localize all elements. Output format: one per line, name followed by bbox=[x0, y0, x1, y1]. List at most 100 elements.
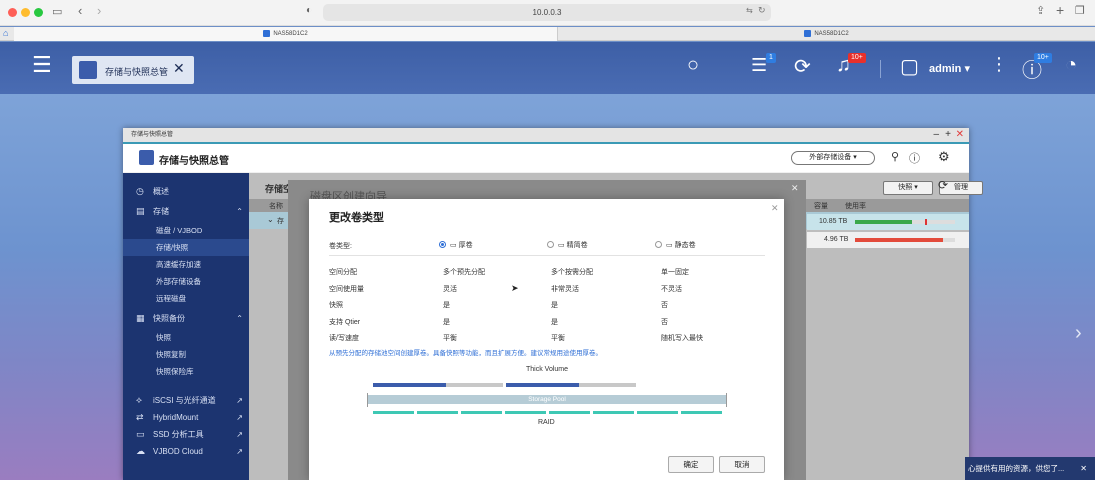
search-storage-icon[interactable]: ⚲ bbox=[891, 150, 899, 163]
sidebar-item-cache[interactable]: 高速缓存加速 bbox=[123, 256, 249, 273]
sidebar-label: SSD 分析工具 bbox=[153, 430, 204, 439]
disk-icon: ▭ bbox=[666, 242, 673, 249]
close-window-button[interactable] bbox=[8, 8, 17, 17]
raid-segment bbox=[505, 411, 546, 414]
external-link-icon: ↗ bbox=[236, 413, 243, 422]
sidebar-link-ssd-profiling[interactable]: ▭ SSD 分析工具 ↗ bbox=[123, 426, 249, 443]
sidebar-item-storage[interactable]: ▤ 存储 ⌃ bbox=[123, 203, 249, 220]
user-icon[interactable]: ▢ bbox=[900, 54, 919, 79]
sidebar-label: iSCSI 与光纤通道 bbox=[153, 396, 216, 405]
refresh-icon[interactable]: ⟳ bbox=[938, 178, 948, 192]
feature-value: 否 bbox=[661, 318, 668, 326]
external-storage-dropdown[interactable]: 外部存储设备 ▾ bbox=[791, 151, 875, 165]
feature-value: 单一固定 bbox=[661, 269, 689, 276]
new-tab-icon[interactable]: + bbox=[1056, 2, 1064, 18]
translate-icon[interactable]: ⇆ bbox=[746, 6, 753, 15]
window-header: 存储与快照总管 外部存储设备 ▾ ⚲ ⓘ ⚙ bbox=[123, 142, 969, 172]
snapshot-backup-icon: ▦ bbox=[136, 313, 145, 323]
next-page-icon[interactable]: › bbox=[1075, 322, 1082, 345]
sync-icon[interactable]: ⟳ bbox=[794, 54, 811, 79]
back-icon[interactable]: ‹ bbox=[78, 3, 82, 18]
more-options-icon[interactable]: ⋮ bbox=[990, 54, 1008, 75]
app-tab-storage[interactable]: 存储与快照总管 ✕ bbox=[72, 56, 194, 84]
maximize-icon[interactable]: + bbox=[945, 128, 951, 142]
close-icon[interactable]: ✕ bbox=[956, 128, 964, 142]
volume-bar bbox=[373, 383, 503, 387]
external-link-icon: ↗ bbox=[236, 447, 243, 456]
disk-icon: ▭ bbox=[558, 242, 565, 249]
table-row-visible[interactable]: 4.96 TB bbox=[807, 232, 969, 248]
sidebar-link-iscsi[interactable]: ⟡ iSCSI 与光纤通道 ↗ bbox=[123, 392, 249, 409]
tab-label: NAS58D1C2 bbox=[814, 31, 849, 37]
tab-label: NAS58D1C2 bbox=[273, 31, 308, 37]
dashboard-gauge-icon[interactable]: ◔ bbox=[1065, 54, 1077, 77]
wizard-close-icon[interactable]: ✕ bbox=[791, 183, 799, 194]
qnap-favicon-icon bbox=[804, 29, 812, 37]
table-row-visible[interactable]: 10.85 TB bbox=[807, 214, 969, 230]
window-sidebar: ◷ 概述 ▤ 存储 ⌃ 磁盘 / VJBOD 存储/快照 高速缓存加速 外部存储设备 … bbox=[123, 173, 249, 480]
collapse-icon[interactable]: ⌃ bbox=[236, 310, 243, 327]
sidebar-item-overview[interactable]: ◷ 概述 bbox=[123, 183, 249, 200]
sidebar-item-snapshot-vault[interactable]: 快照保险库 bbox=[123, 363, 249, 380]
sidebar-toggle-icon[interactable]: ▭ bbox=[52, 5, 62, 18]
zoom-window-button[interactable] bbox=[34, 8, 43, 17]
raid-segment bbox=[637, 411, 678, 414]
search-icon[interactable]: ○ bbox=[687, 54, 699, 77]
user-menu[interactable]: admin ▾ bbox=[929, 62, 970, 75]
radio-thin[interactable] bbox=[547, 240, 554, 248]
sidebar-link-hybridmount[interactable]: ⇄ HybridMount ↗ bbox=[123, 409, 249, 426]
sidebar-item-storage-snapshots[interactable]: 存储/快照 bbox=[123, 239, 249, 256]
sidebar-item-disks[interactable]: 磁盘 / VJBOD bbox=[123, 222, 249, 239]
feature-value: 平衡 bbox=[443, 335, 457, 342]
toast-notification[interactable]: 心提供有用的资源，供您了... ✕ bbox=[965, 457, 1095, 480]
home-icon[interactable]: ⌂ bbox=[3, 28, 8, 38]
background-tasks-icon[interactable]: ☰ bbox=[751, 55, 767, 76]
minimize-icon[interactable]: – bbox=[933, 128, 939, 142]
snapshot-label: 快照 ▾ bbox=[898, 184, 918, 191]
sidebar-item-remote-disk[interactable]: 远程磁盘 bbox=[123, 290, 249, 307]
option-static[interactable]: ▭ 静态卷 bbox=[655, 240, 696, 250]
reload-icon[interactable]: ↻ bbox=[758, 5, 766, 16]
sidebar-item-snapshot-replica[interactable]: 快照复制 bbox=[123, 346, 249, 363]
radio-thick[interactable] bbox=[439, 240, 446, 248]
option-thick[interactable]: ▭ 厚卷 bbox=[439, 240, 473, 250]
usage-bar-track bbox=[855, 238, 955, 242]
row-name-partial: 存 bbox=[277, 218, 284, 225]
sidebar-item-external-storage[interactable]: 外部存储设备 bbox=[123, 273, 249, 290]
expand-icon[interactable]: ⌄ bbox=[267, 215, 274, 224]
collapse-icon[interactable]: ⌃ bbox=[236, 203, 243, 220]
radio-static[interactable] bbox=[655, 240, 662, 248]
feature-value: 是 bbox=[443, 318, 450, 326]
ok-label: 确定 bbox=[683, 460, 699, 469]
feature-value: 否 bbox=[661, 302, 668, 309]
dialog-close-icon[interactable]: ✕ bbox=[771, 203, 779, 214]
storage-app-icon bbox=[79, 61, 97, 79]
cancel-button[interactable]: 取消 bbox=[719, 456, 765, 473]
browser-tab-1[interactable]: NAS58D1C2 bbox=[14, 27, 557, 41]
snapshot-button[interactable]: 快照 ▾ bbox=[883, 181, 933, 195]
tab-overview-icon[interactable]: ❐ bbox=[1075, 4, 1085, 17]
threshold-marker bbox=[925, 219, 927, 225]
share-icon[interactable]: ⇪ bbox=[1036, 4, 1045, 17]
settings-gear-icon[interactable]: ⚙ bbox=[938, 149, 950, 165]
toast-close-icon[interactable]: ✕ bbox=[1080, 457, 1087, 480]
sidebar-item-snapshot-backup[interactable]: ▦ 快照备份 ⌃ bbox=[123, 310, 249, 327]
feature-value: 不灵活 bbox=[661, 285, 682, 293]
main-menu-icon[interactable]: ☰ bbox=[32, 54, 52, 76]
sidebar-label: 存储/快照 bbox=[156, 243, 189, 252]
privacy-shield-icon[interactable]: ◐ bbox=[306, 5, 312, 16]
close-app-tab-icon[interactable]: ✕ bbox=[173, 60, 185, 77]
feature-label: 读/写速度 bbox=[329, 335, 359, 342]
browser-tab-2[interactable]: NAS58D1C2 bbox=[557, 27, 1095, 41]
help-icon[interactable]: ⓘ bbox=[909, 150, 920, 166]
minimize-window-button[interactable] bbox=[21, 8, 30, 17]
feature-label: 空间分配 bbox=[329, 269, 357, 276]
forward-icon[interactable]: › bbox=[97, 3, 101, 18]
sidebar-link-vjbod-cloud[interactable]: ☁ VJBOD Cloud ↗ bbox=[123, 443, 249, 460]
url-field[interactable]: 10.0.0.3 bbox=[323, 4, 771, 21]
option-thin[interactable]: ▭ 精简卷 bbox=[547, 240, 588, 250]
feature-value: 非常灵活 bbox=[551, 285, 579, 293]
ok-button[interactable]: 确定 bbox=[668, 456, 714, 473]
sidebar-item-snapshot[interactable]: 快照 bbox=[123, 329, 249, 346]
diagram-thick-volume-label: Thick Volume bbox=[526, 366, 569, 373]
